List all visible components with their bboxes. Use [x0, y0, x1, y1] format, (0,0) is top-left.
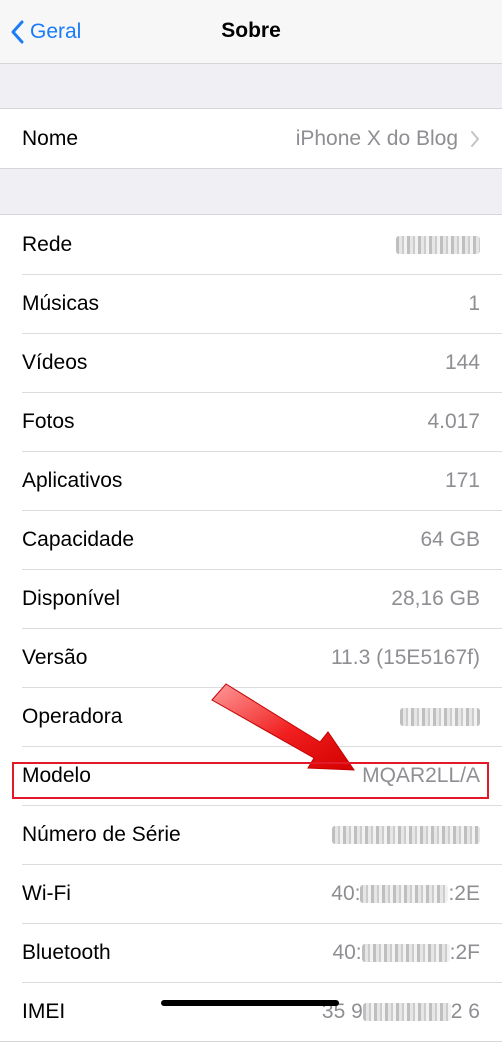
info-value: 144: [444, 350, 480, 374]
value-end: :2F: [449, 940, 480, 964]
info-value: 40: :2F: [332, 941, 480, 965]
info-value: 171: [444, 468, 480, 492]
info-row-numero-de-serie: Número de Série: [0, 805, 502, 864]
info-row-wifi: Wi-Fi 40: :2E: [0, 864, 502, 923]
redacted-value: [400, 707, 480, 726]
info-row-imei: IMEI 35 9 2 6: [0, 982, 502, 1041]
info-row-fotos: Fotos 4.017: [0, 392, 502, 451]
info-row-disponivel: Disponível 28,16 GB: [0, 569, 502, 628]
info-label: Aplicativos: [22, 468, 123, 492]
red-arrow-icon: [211, 683, 355, 771]
info-value: 11.3 (15E5167f): [330, 645, 480, 669]
info-value: 64 GB: [420, 527, 480, 551]
name-value: iPhone X do Blog: [295, 126, 458, 150]
info-value: 4.017: [427, 409, 480, 433]
info-row-versao: Versão 11.3 (15E5167f): [0, 628, 502, 687]
info-value: MQAR2LL/A: [362, 763, 480, 787]
name-row[interactable]: Nome iPhone X do Blog: [0, 109, 502, 168]
info-label: Vídeos: [22, 350, 88, 374]
info-label: Número de Série: [22, 822, 181, 846]
redacted-value: [362, 1002, 451, 1021]
info-label: Músicas: [22, 291, 100, 315]
info-value: 40: :2E: [331, 882, 480, 906]
info-group: Rede Músicas 1 Vídeos 144 Fotos 4.017 Ap…: [0, 214, 502, 1042]
navigation-bar: Geral Sobre: [0, 0, 502, 64]
value-end: 2 6: [450, 999, 480, 1023]
info-value: 35 9 2 6: [322, 1000, 480, 1024]
info-label: Capacidade: [22, 527, 135, 551]
info-label: Rede: [22, 232, 73, 256]
value-start: 40:: [331, 881, 361, 905]
chevron-right-icon: [471, 130, 479, 147]
home-indicator[interactable]: [161, 1000, 339, 1006]
info-row-rede: Rede: [0, 215, 502, 274]
info-label: Versão: [22, 645, 88, 669]
page-title: Sobre: [221, 19, 281, 42]
redacted-value: [360, 884, 449, 903]
redacted-value: [396, 235, 480, 254]
redacted-value: [332, 825, 480, 844]
info-label: Bluetooth: [22, 940, 111, 964]
info-row-bluetooth: Bluetooth 40: :2F: [0, 923, 502, 982]
info-row-aplicativos: Aplicativos 171: [0, 451, 502, 510]
info-label: Fotos: [22, 409, 75, 433]
info-row-videos: Vídeos 144: [0, 333, 502, 392]
info-label: Wi-Fi: [22, 881, 71, 905]
name-group: Nome iPhone X do Blog: [0, 108, 502, 169]
info-value: 1: [468, 291, 480, 315]
info-row-capacidade: Capacidade 64 GB: [0, 510, 502, 569]
name-label: Nome: [22, 126, 79, 150]
redacted-value: [361, 943, 450, 962]
value-start: 40:: [332, 940, 362, 964]
info-value: 28,16 GB: [391, 586, 480, 610]
info-row-musicas: Músicas 1: [0, 274, 502, 333]
value-end: :2E: [448, 881, 480, 905]
info-label: Disponível: [22, 586, 121, 610]
